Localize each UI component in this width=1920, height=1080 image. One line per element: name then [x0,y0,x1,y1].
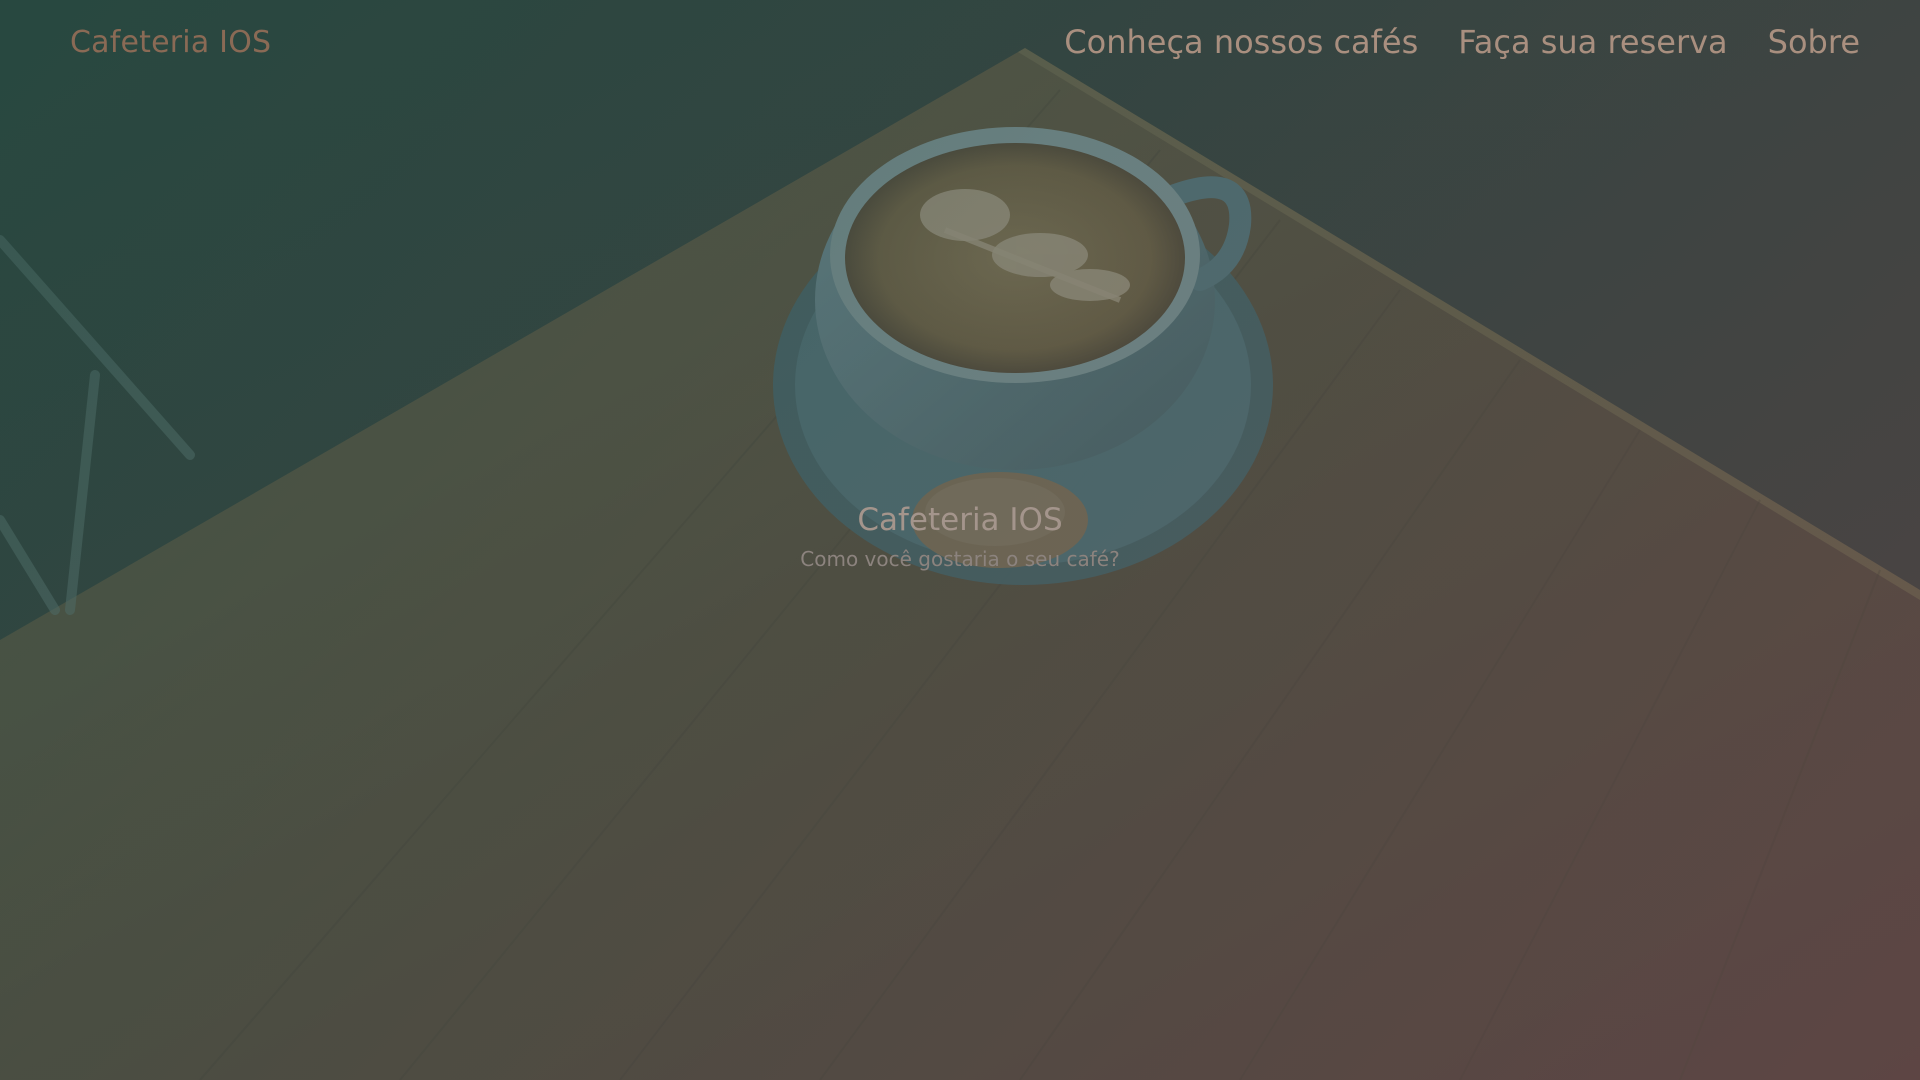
hero-text: Cafeteria IOS Como você gostaria o seu c… [0,502,1920,571]
brand-logo-link[interactable]: Cafeteria IOS [70,25,271,60]
nav-link-cafes[interactable]: Conheça nossos cafés [1064,23,1418,61]
hero-section: Cafeteria IOS Conheça nossos cafés Faça … [0,0,1920,1080]
navbar: Cafeteria IOS Conheça nossos cafés Faça … [0,0,1920,84]
nav-link-sobre[interactable]: Sobre [1768,23,1860,61]
nav-links: Conheça nossos cafés Faça sua reserva So… [1064,23,1860,61]
hero-subtitle: Como você gostaria o seu café? [800,547,1120,572]
hero-title: Cafeteria IOS [857,502,1063,538]
nav-link-reserva[interactable]: Faça sua reserva [1458,23,1727,61]
